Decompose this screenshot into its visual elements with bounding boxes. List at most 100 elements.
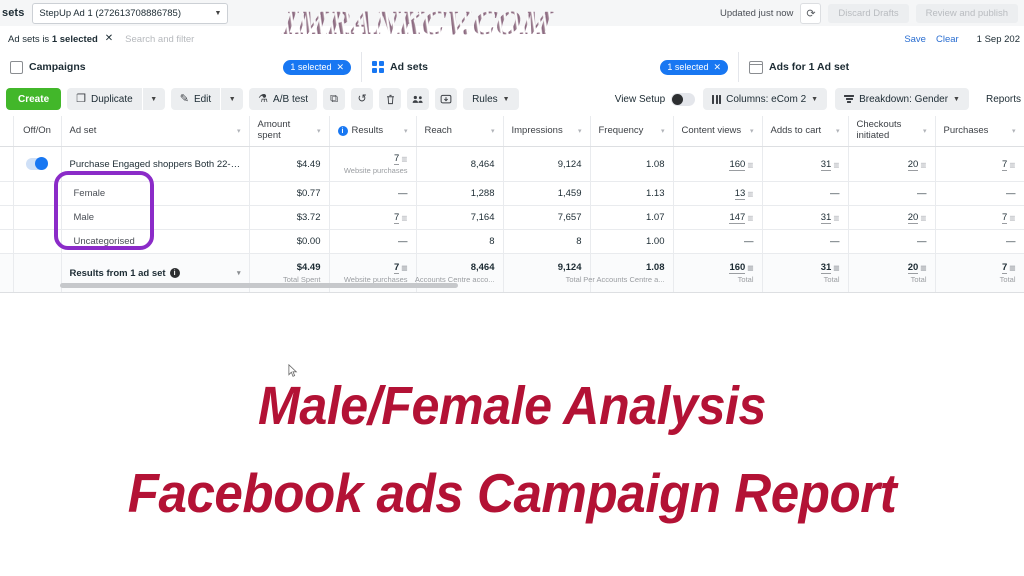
totals-results[interactable]: 7 <box>394 261 400 274</box>
campaigns-selected-pill[interactable]: 1 selected ✕ <box>283 59 351 75</box>
table-row-adset[interactable]: Purchase Engaged shoppers Both 22-54 Sal… <box>0 146 1024 182</box>
th-ad-set[interactable]: Ad set ▾ <box>61 116 250 147</box>
ad-sets-table: Off/On Ad set ▾ Amount spent ▾ i Results ▾ R… <box>0 116 1024 293</box>
columns-label: Columns: eCom 2 <box>726 93 807 105</box>
th-content-views[interactable]: Content views ▾ <box>673 116 763 147</box>
results-value[interactable]: 7 <box>394 152 400 165</box>
chevron-down-icon: ▾ <box>316 128 321 135</box>
ad-sets-selected-pill[interactable]: 1 selected ✕ <box>660 59 728 75</box>
content-views-value[interactable]: 13 <box>734 188 746 200</box>
impressions-cell: 8 <box>503 229 591 254</box>
rules-button[interactable]: Rules ▼ <box>463 88 519 110</box>
view-setup-switch[interactable] <box>671 92 696 106</box>
off-on-toggle[interactable] <box>26 157 48 170</box>
table-row-breakdown[interactable]: Uncategorised $0.00 — 8 8 1.00 — — — — <box>0 229 1024 254</box>
totals-purchases[interactable]: 7 <box>1002 261 1008 274</box>
reach-cell: 7,164 <box>416 205 504 230</box>
th-checkouts-initiated[interactable]: Checkouts initiated ▾ <box>848 116 936 147</box>
tab-campaigns[interactable]: Campaigns 1 selected ✕ <box>0 52 362 82</box>
chart-icon: ▥ <box>747 264 754 272</box>
adsets-filter-chip[interactable]: Ad sets is 1 selected ✕ <box>0 34 113 45</box>
purchases-value[interactable]: 7 <box>1002 158 1008 171</box>
search-input[interactable]: Search and filter <box>125 34 194 45</box>
filter-chip-label: Ad sets is 1 selected <box>8 33 98 45</box>
section-label: sets <box>2 7 25 19</box>
th-adds-to-cart[interactable]: Adds to cart ▾ <box>762 116 849 147</box>
reports-label: Reports <box>985 93 1021 105</box>
refresh-button[interactable]: ⟳ <box>800 2 822 24</box>
discard-drafts-button[interactable]: Discard Drafts <box>828 3 909 23</box>
duplicate-button[interactable]: ❐ Duplicate <box>67 88 142 110</box>
campaigns-selected-count: 1 selected <box>290 62 332 72</box>
tab-ads[interactable]: Ads for 1 Ad set <box>739 52 1024 82</box>
amount-spent-cell: $0.77 <box>249 181 330 206</box>
purchases-value[interactable]: 7 <box>1002 212 1008 224</box>
adds-to-cart-value[interactable]: 31 <box>820 158 832 171</box>
th-results[interactable]: i Results ▾ <box>329 116 417 147</box>
review-and-publish-button[interactable]: Review and publish <box>915 3 1018 23</box>
off-on-empty <box>13 229 62 254</box>
export-icon <box>440 94 452 103</box>
th-impressions[interactable]: Impressions ▾ <box>503 116 591 147</box>
view-setup-toggle[interactable]: View Setup <box>615 92 696 106</box>
close-icon[interactable]: ✕ <box>336 62 344 73</box>
save-filter-link[interactable]: Save <box>904 34 926 45</box>
columns-button[interactable]: Columns: eCom 2 ▼ <box>703 88 828 110</box>
chevron-down-icon: ▼ <box>150 95 158 103</box>
info-icon: i <box>337 126 348 136</box>
results-cell: — <box>329 181 417 206</box>
chevron-down-icon: ▾ <box>1011 128 1016 135</box>
horizontal-scrollbar[interactable] <box>60 283 458 288</box>
chevron-down-icon: ▾ <box>922 128 927 135</box>
clear-filter-link[interactable]: Clear <box>936 34 959 45</box>
totals-content-views[interactable]: 160 <box>729 261 746 274</box>
copy-button[interactable]: ⧉ <box>323 88 346 110</box>
audience-button[interactable] <box>407 88 430 110</box>
table-row-breakdown[interactable]: Male $3.72 7 ▥ 7,164 7,657 1.07 147 ▥ 31 ▥ … <box>0 205 1024 230</box>
checkouts-initiated-value[interactable]: 20 <box>907 212 919 224</box>
close-icon[interactable]: ✕ <box>713 62 721 73</box>
create-button[interactable]: Create <box>6 88 62 110</box>
account-select[interactable]: StepUp Ad 1 (272613708886785) ▼ <box>32 2 229 24</box>
checkouts-initiated-value[interactable]: 20 <box>907 158 919 171</box>
adds-to-cart-value[interactable]: 31 <box>820 212 832 224</box>
breakdown-name: Female <box>73 188 106 199</box>
table-row-breakdown[interactable]: Female $0.77 — 1,288 1,459 1.13 13 ▥ — — … <box>0 181 1024 206</box>
undo-button[interactable]: ↺ <box>351 88 374 110</box>
content-views-value[interactable]: 147 <box>729 212 746 224</box>
adset-name-cell[interactable]: Purchase Engaged shoppers Both 22-54 Sal… <box>61 146 250 182</box>
chart-icon: ▥ <box>920 215 927 222</box>
off-on-toggle-cell[interactable] <box>13 146 62 182</box>
delete-button[interactable] <box>379 88 402 110</box>
content-views-value[interactable]: 160 <box>729 158 746 171</box>
chevron-down-icon: ▾ <box>236 128 241 135</box>
reports-button[interactable]: Reports <box>977 88 1024 110</box>
totals-adds-to-cart[interactable]: 31 <box>820 261 832 274</box>
breakdown-button[interactable]: Breakdown: Gender ▼ <box>835 88 969 110</box>
title-line-1: Male/Female Analysis <box>257 376 767 436</box>
export-button[interactable] <box>435 88 458 110</box>
tab-ads-label: Ads for 1 Ad set <box>769 61 850 73</box>
date-range-picker[interactable]: 1 Sep 202 <box>969 34 1020 45</box>
totals-checkouts-initiated[interactable]: 20 <box>907 261 919 274</box>
chart-icon: ▥ <box>1009 264 1016 272</box>
duplicate-dropdown-button[interactable]: ▼ <box>142 88 165 110</box>
chevron-down-icon: ▼ <box>214 9 222 17</box>
tab-ad-sets[interactable]: Ad sets 1 selected ✕ <box>362 52 739 82</box>
table-header-row: Off/On Ad set ▾ Amount spent ▾ i Results ▾ R… <box>0 116 1024 147</box>
chevron-down-icon[interactable]: ▾ <box>237 269 241 277</box>
edit-button[interactable]: ✎ Edit <box>170 88 221 110</box>
close-icon[interactable]: ✕ <box>105 34 113 44</box>
row-gutter <box>0 146 14 182</box>
results-value[interactable]: 7 <box>394 212 400 224</box>
edit-dropdown-button[interactable]: ▼ <box>221 88 244 110</box>
th-purchases[interactable]: Purchases ▾ <box>935 116 1024 147</box>
th-amount-spent[interactable]: Amount spent ▾ <box>249 116 330 147</box>
ab-test-button[interactable]: ⚗ A/B test <box>249 88 318 110</box>
reach-cell: 8,464 <box>416 146 504 182</box>
th-frequency[interactable]: Frequency ▾ <box>590 116 674 147</box>
title-line-2: Facebook ads Campaign Report <box>127 461 897 524</box>
th-reach[interactable]: Reach ▾ <box>416 116 504 147</box>
info-icon[interactable]: i <box>169 268 180 278</box>
results-from-text: Results from 1 ad set <box>69 267 166 279</box>
